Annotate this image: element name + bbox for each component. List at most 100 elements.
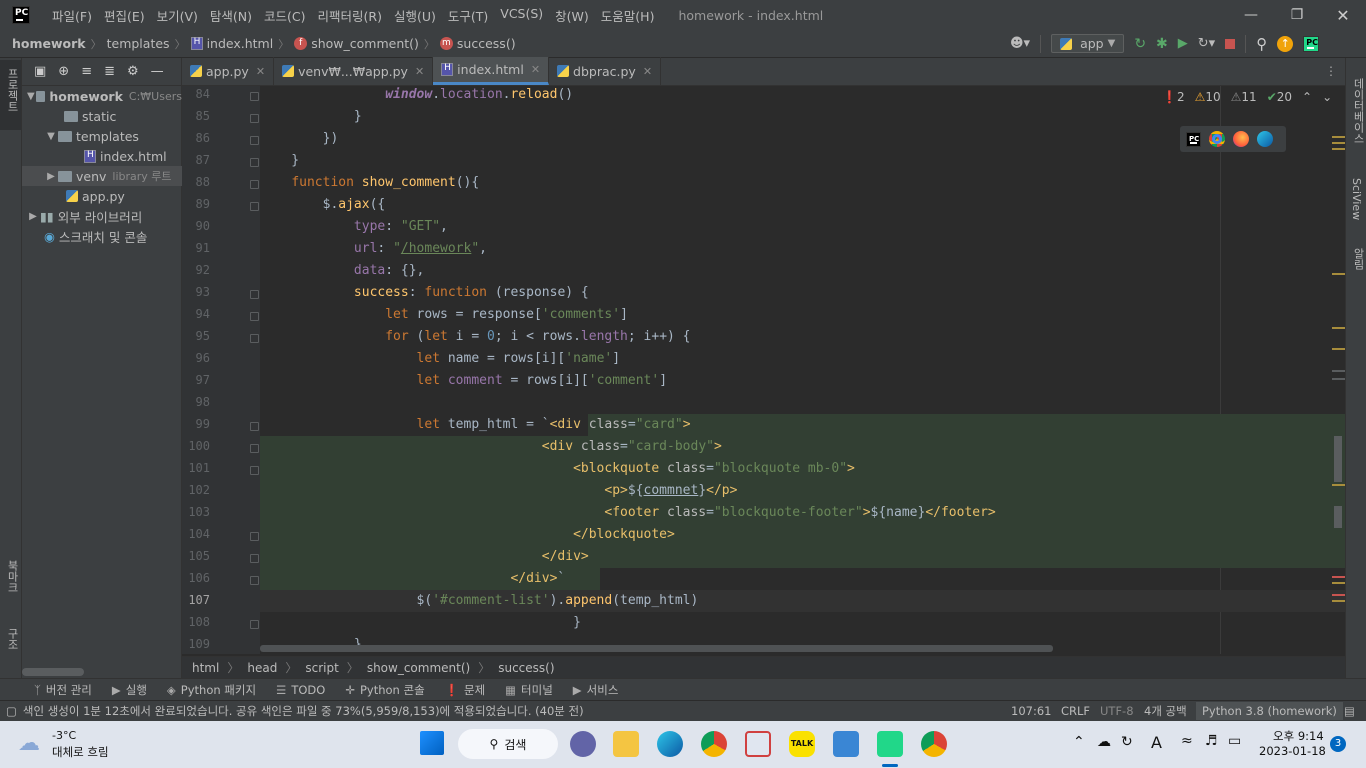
chrome-icon[interactable] bbox=[921, 731, 947, 757]
tab-index-html[interactable]: index.html✕ bbox=[433, 57, 550, 85]
minimize-icon[interactable]: — bbox=[1228, 0, 1274, 30]
weather-desc[interactable]: 대체로 흐림 bbox=[52, 744, 109, 760]
wifi-icon[interactable]: ≈ bbox=[1181, 733, 1193, 749]
search-icon[interactable]: ⚲ bbox=[1256, 35, 1267, 53]
taskbar-search[interactable]: ⚲ 검색 bbox=[458, 729, 558, 759]
lock-icon[interactable]: ▤ bbox=[1344, 704, 1355, 718]
stop-icon[interactable] bbox=[1225, 38, 1236, 49]
crumb-script[interactable]: script bbox=[305, 661, 338, 675]
close-tab-icon[interactable]: ✕ bbox=[643, 65, 652, 78]
sync-icon[interactable]: ↻ bbox=[1121, 734, 1133, 750]
locate-icon[interactable]: ⊕ bbox=[58, 64, 69, 79]
restore-icon[interactable]: ❐ bbox=[1274, 0, 1320, 30]
panel-layout-icon[interactable]: ▣ bbox=[34, 64, 46, 79]
expand-all-icon[interactable]: ≡ bbox=[81, 64, 92, 79]
weather-cloud-icon[interactable]: ☁ bbox=[18, 731, 40, 756]
firefox-icon[interactable] bbox=[1233, 131, 1249, 147]
fold-marker-icon[interactable] bbox=[250, 290, 259, 299]
tool-terminal[interactable]: ▦ 터미널 bbox=[505, 682, 553, 698]
gear-icon[interactable]: ⚙ bbox=[127, 64, 139, 79]
fold-marker-icon[interactable] bbox=[250, 532, 259, 541]
notification-badge[interactable]: 3 bbox=[1330, 736, 1346, 752]
crumb-html[interactable]: html bbox=[192, 661, 219, 675]
sciview-tool-button[interactable]: SciView bbox=[1350, 178, 1363, 220]
chevron-down-icon[interactable]: ⌄ bbox=[1322, 90, 1332, 104]
bookmarks-tool-button[interactable]: 북마크 bbox=[4, 560, 20, 593]
fold-marker-icon[interactable] bbox=[250, 554, 259, 563]
windows-start-icon[interactable] bbox=[420, 731, 444, 755]
menu-file[interactable]: 파일(F) bbox=[46, 6, 98, 25]
kakaotalk-icon[interactable]: TALK bbox=[789, 731, 815, 757]
line-separator[interactable]: CRLF bbox=[1061, 704, 1090, 718]
project-tool-button[interactable]: 프로젝트 bbox=[4, 68, 20, 112]
tool-todo[interactable]: ☰ TODO bbox=[276, 683, 325, 697]
input-language[interactable]: A bbox=[1151, 733, 1162, 752]
fold-marker-icon[interactable] bbox=[250, 422, 259, 431]
file-encoding[interactable]: UTF-8 bbox=[1100, 704, 1134, 718]
fold-marker-icon[interactable] bbox=[250, 312, 259, 321]
tree-item-scratches[interactable]: ◉ 스크래치 및 콘솔 bbox=[22, 226, 182, 246]
menu-edit[interactable]: 편집(E) bbox=[98, 6, 151, 25]
file-explorer-icon[interactable] bbox=[613, 731, 639, 757]
fold-marker-icon[interactable] bbox=[250, 180, 259, 189]
menu-navigate[interactable]: 탐색(N) bbox=[204, 6, 258, 25]
tree-item-index-html[interactable]: index.html bbox=[22, 146, 182, 166]
structure-tool-button[interactable]: 구조 bbox=[4, 628, 20, 650]
clock-time[interactable]: 오후 9:14 bbox=[1273, 728, 1324, 744]
horizontal-scrollbar[interactable] bbox=[260, 645, 1053, 652]
fold-marker-icon[interactable] bbox=[250, 334, 259, 343]
tool-python-console[interactable]: ✛ Python 콘솔 bbox=[345, 682, 424, 698]
crumb-file[interactable]: index.html bbox=[190, 36, 273, 51]
tool-vcs[interactable]: ᛉ 버전 관리 bbox=[34, 682, 92, 698]
crumb-success[interactable]: success() bbox=[498, 661, 554, 675]
menu-view[interactable]: 보기(V) bbox=[151, 6, 204, 25]
crumb-folder[interactable]: templates bbox=[107, 36, 170, 51]
collapse-all-icon[interactable]: ≣ bbox=[104, 64, 115, 79]
snipping-tool-icon[interactable] bbox=[745, 731, 771, 757]
crumb-method[interactable]: m success() bbox=[439, 36, 516, 51]
typo-count[interactable]: ✔20 bbox=[1267, 90, 1292, 104]
status-message[interactable]: 색인 생성이 1분 12초에서 완료되었습니다. 공유 색인은 파일 중 73%… bbox=[23, 703, 584, 719]
more-tabs-icon[interactable]: ⋮ bbox=[1325, 64, 1337, 78]
menu-help[interactable]: 도움말(H) bbox=[595, 6, 661, 25]
fold-marker-icon[interactable] bbox=[250, 576, 259, 585]
notepad-icon[interactable] bbox=[833, 731, 859, 757]
inspection-widget[interactable]: ❗2 ⚠10 ⚠11 ✔20 ⌃ ⌄ bbox=[1162, 90, 1332, 104]
close-tab-icon[interactable]: ✕ bbox=[531, 63, 540, 76]
chevron-up-icon[interactable]: ⌃ bbox=[1302, 90, 1312, 104]
tool-run[interactable]: ▶ 실행 bbox=[112, 682, 147, 698]
tab-dbprac-py[interactable]: dbprac.py ✕ bbox=[549, 57, 662, 85]
weather-temp[interactable]: -3°C bbox=[52, 729, 76, 742]
close-tab-icon[interactable]: ✕ bbox=[415, 65, 424, 78]
fold-marker-icon[interactable] bbox=[250, 136, 259, 145]
fold-marker-icon[interactable] bbox=[250, 466, 259, 475]
teams-icon[interactable] bbox=[570, 731, 596, 757]
edge-icon[interactable] bbox=[657, 731, 683, 757]
chrome-icon[interactable] bbox=[701, 731, 727, 757]
interpreter-selector[interactable]: Python 3.8 (homework) bbox=[1196, 702, 1343, 720]
tree-item-static[interactable]: static bbox=[22, 106, 182, 126]
fold-marker-icon[interactable] bbox=[250, 620, 259, 629]
close-tab-icon[interactable]: ✕ bbox=[256, 65, 265, 78]
menu-refactor[interactable]: 리팩터링(R) bbox=[312, 6, 388, 25]
tool-problems[interactable]: ❗ 문제 bbox=[445, 682, 486, 698]
pycharm-logo-icon[interactable]: PC bbox=[12, 6, 30, 24]
tree-item-templates[interactable]: ▼ templates bbox=[22, 126, 182, 146]
crumb-head[interactable]: head bbox=[247, 661, 277, 675]
tree-item-external-libraries[interactable]: ▶ ▮▮ 외부 라이브러리 bbox=[22, 206, 182, 226]
hide-icon[interactable]: — bbox=[151, 64, 164, 79]
weak-warnings-count[interactable]: ⚠11 bbox=[1231, 90, 1257, 104]
menu-run[interactable]: 실행(U) bbox=[388, 6, 442, 25]
tool-python-packages[interactable]: ◈ Python 패키지 bbox=[167, 682, 256, 698]
crumb-show-comment[interactable]: show_comment() bbox=[367, 661, 470, 675]
caret-position[interactable]: 107:61 bbox=[1011, 704, 1051, 718]
tab-venv-app-py[interactable]: venv₩...₩app.py ✕ bbox=[274, 57, 434, 85]
update-icon[interactable]: ↑ bbox=[1277, 35, 1294, 52]
pycharm-taskbar-icon[interactable] bbox=[877, 731, 903, 757]
clock-date[interactable]: 2023-01-18 bbox=[1259, 744, 1326, 758]
fold-marker-icon[interactable] bbox=[250, 202, 259, 211]
rerun-icon[interactable]: ↻ bbox=[1134, 36, 1146, 52]
pycharm-logo-icon[interactable]: PC bbox=[1303, 35, 1320, 52]
tree-item-venv[interactable]: ▶ venv library 루트 bbox=[22, 166, 182, 186]
warnings-count[interactable]: ⚠10 bbox=[1195, 90, 1221, 104]
